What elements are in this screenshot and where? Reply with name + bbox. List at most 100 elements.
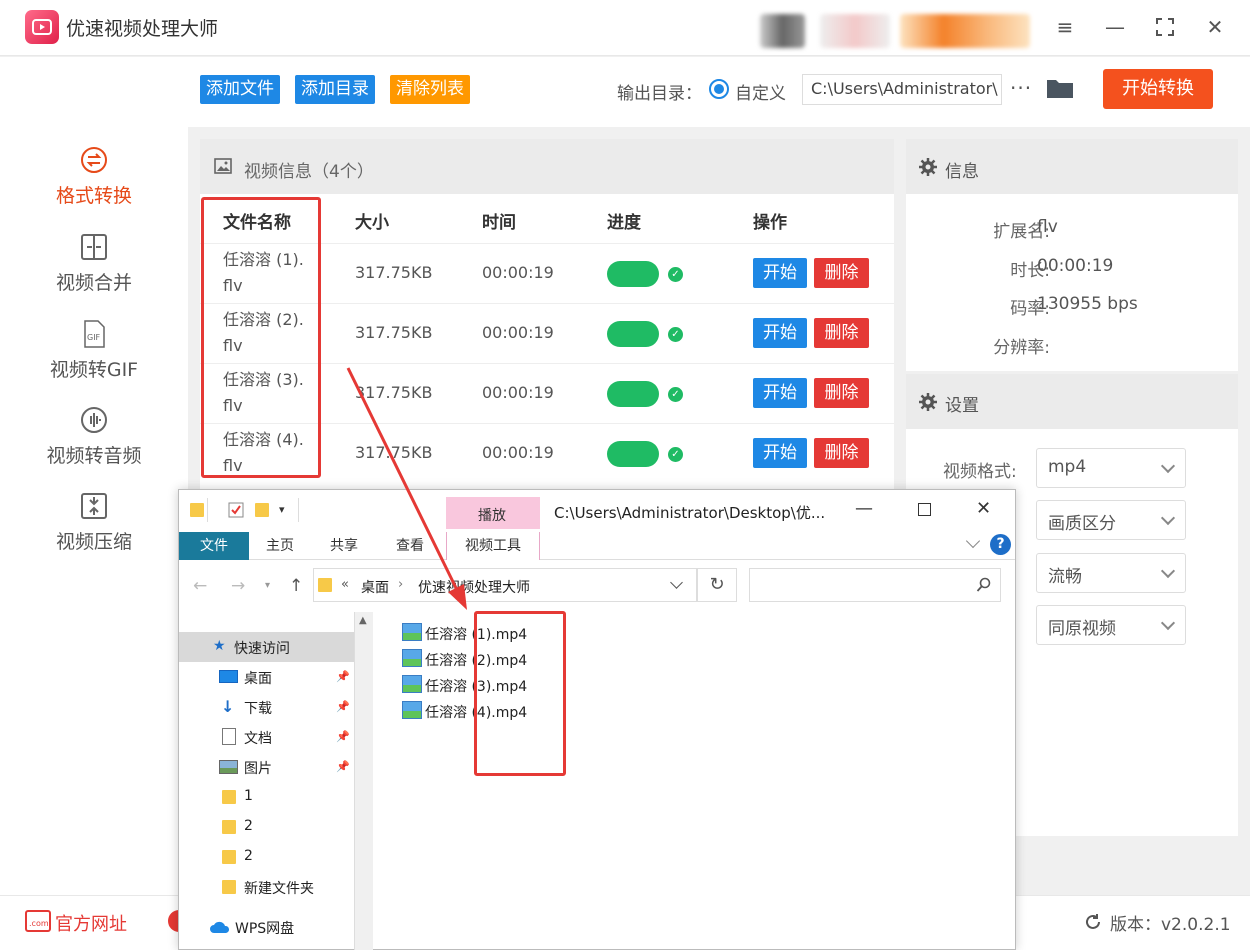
sidebar-item-label: 视频转音频 <box>46 445 142 467</box>
nav-documents[interactable]: 文档 <box>244 728 272 748</box>
chevron-down-icon <box>1160 510 1176 526</box>
help-icon[interactable]: ? <box>990 534 1011 555</box>
custom-output-radio[interactable] <box>709 79 729 99</box>
version-label: 版本：v2.0.2.1 <box>1110 915 1231 935</box>
play-tab-label: 播放 <box>478 508 506 524</box>
row-start-button[interactable]: 开始 <box>753 318 807 348</box>
explorer-minimize-icon[interactable]: — <box>855 498 873 519</box>
support-icon[interactable] <box>165 908 179 934</box>
pictures-icon <box>219 760 238 774</box>
nav-folder-1[interactable]: 1 <box>244 788 253 804</box>
start-convert-button[interactable]: 开始转换 <box>1103 69 1213 109</box>
bitrate-label: 码率: <box>1010 299 1050 319</box>
more-options-button[interactable]: ··· <box>1010 76 1032 100</box>
chevron-down-icon <box>1160 615 1176 631</box>
table-row-time: 00:00:19 <box>482 263 554 282</box>
maximize-icon[interactable] <box>1148 12 1182 42</box>
table-row-time: 00:00:19 <box>482 323 554 342</box>
explorer-close-icon[interactable]: ✕ <box>976 498 991 519</box>
tab-home[interactable]: 主页 <box>266 532 294 560</box>
official-website-link[interactable]: 官方网址 <box>55 910 127 936</box>
check-icon: ✓ <box>668 387 683 402</box>
minimize-icon[interactable]: — <box>1098 12 1132 42</box>
quality-select[interactable]: 画质区分 <box>1036 500 1186 540</box>
refresh-icon <box>1086 914 1100 929</box>
row-delete-button[interactable]: 删除 <box>814 378 869 408</box>
nav-downloads[interactable]: 下载 <box>244 698 272 718</box>
row-delete-button[interactable]: 删除 <box>814 258 869 288</box>
website-icon: .com <box>25 910 51 932</box>
scroll-up-icon[interactable]: ▲ <box>359 615 367 626</box>
star-icon: ★ <box>213 638 226 654</box>
nav-folder-2[interactable]: 2 <box>244 818 253 834</box>
column-header-size: 大小 <box>355 213 389 233</box>
folder-icon <box>222 880 236 894</box>
sidebar-item-label: 视频压缩 <box>55 531 132 553</box>
video-format-label: 视频格式: <box>943 462 1017 482</box>
recent-locations-icon[interactable]: ▾ <box>265 580 270 591</box>
nav-new-folder[interactable]: 新建文件夹 <box>244 878 314 898</box>
pin-icon[interactable]: 📌 <box>336 670 350 683</box>
customize-quick-access-icon[interactable]: ▾ <box>279 503 285 516</box>
video-format-select[interactable]: mp4 <box>1036 448 1186 488</box>
blurred-avatar <box>760 14 805 48</box>
sidebar-item-video-merge[interactable]: 视频合并 <box>0 232 188 295</box>
video-file-icon <box>402 701 422 719</box>
progress-indicator <box>607 381 659 407</box>
progress-indicator <box>607 321 659 347</box>
chevron-down-icon <box>1160 458 1176 474</box>
sidebar: 格式转换 视频合并 GIF 视频转GIF 视频转音频 视频压缩 <box>0 57 188 895</box>
clear-list-button[interactable]: 清除列表 <box>390 75 470 104</box>
cloud-icon <box>210 921 230 933</box>
divider <box>298 498 299 522</box>
add-file-button[interactable]: 添加文件 <box>200 75 280 104</box>
row-delete-button[interactable]: 删除 <box>814 438 869 468</box>
annotation-highlight-box <box>201 197 321 478</box>
row-start-button[interactable]: 开始 <box>753 258 807 288</box>
new-folder-icon[interactable] <box>255 503 269 517</box>
tab-file[interactable]: 文件 <box>179 532 249 560</box>
nav-scrollbar[interactable] <box>354 612 373 950</box>
sidebar-item-video-to-gif[interactable]: GIF 视频转GIF <box>0 319 188 382</box>
back-arrow-icon[interactable]: ← <box>193 576 207 596</box>
pin-icon[interactable]: 📌 <box>336 730 350 743</box>
desktop-icon <box>219 670 238 683</box>
sidebar-item-format-convert[interactable]: 格式转换 <box>0 145 188 208</box>
explorer-maximize-icon[interactable] <box>918 503 931 516</box>
progress-indicator <box>607 261 659 287</box>
search-input[interactable] <box>749 568 1001 602</box>
pin-icon[interactable]: 📌 <box>336 700 350 713</box>
close-icon[interactable]: ✕ <box>1198 12 1232 42</box>
nav-quick-access[interactable]: 快速访问 <box>234 638 290 658</box>
row-start-button[interactable]: 开始 <box>753 378 807 408</box>
search-icon[interactable] <box>976 577 992 593</box>
bitrate-value: 130955 bps <box>1037 294 1138 314</box>
ribbon-tab-bar <box>179 529 1015 560</box>
nav-wps-cloud[interactable]: WPS网盘 <box>235 918 294 938</box>
refresh-icon[interactable]: ↻ <box>697 568 737 602</box>
pin-icon[interactable]: 📌 <box>336 760 350 773</box>
fluency-select[interactable]: 流畅 <box>1036 553 1186 593</box>
open-folder-icon[interactable] <box>1046 76 1074 100</box>
resolution-source-select[interactable]: 同原视频 <box>1036 605 1186 645</box>
up-arrow-icon[interactable]: ↑ <box>289 576 303 596</box>
video-list-title: 视频信息（4个） <box>244 162 374 182</box>
output-path-input[interactable]: C:\Users\Administrator\ <box>802 74 1002 105</box>
sidebar-item-label: 格式转换 <box>55 185 132 207</box>
sidebar-item-video-compress[interactable]: 视频压缩 <box>0 491 188 554</box>
explorer-window-title: C:\Users\Administrator\Desktop\优... <box>554 504 826 522</box>
gif-icon: GIF <box>84 320 105 348</box>
nav-folder-2b[interactable]: 2 <box>244 848 253 864</box>
forward-arrow-icon[interactable]: → <box>231 576 245 596</box>
row-start-button[interactable]: 开始 <box>753 438 807 468</box>
output-directory-label: 输出目录： <box>617 84 702 104</box>
properties-icon[interactable] <box>228 502 244 518</box>
row-delete-button[interactable]: 删除 <box>814 318 869 348</box>
column-header-actions: 操作 <box>753 213 787 233</box>
menu-icon[interactable]: ≡ <box>1048 12 1082 42</box>
resolution-label: 分辨率: <box>993 338 1050 358</box>
sidebar-item-video-to-audio[interactable]: 视频转音频 <box>0 405 188 468</box>
add-directory-button[interactable]: 添加目录 <box>295 75 375 104</box>
nav-pictures[interactable]: 图片 <box>244 758 272 778</box>
nav-desktop[interactable]: 桌面 <box>244 668 272 688</box>
